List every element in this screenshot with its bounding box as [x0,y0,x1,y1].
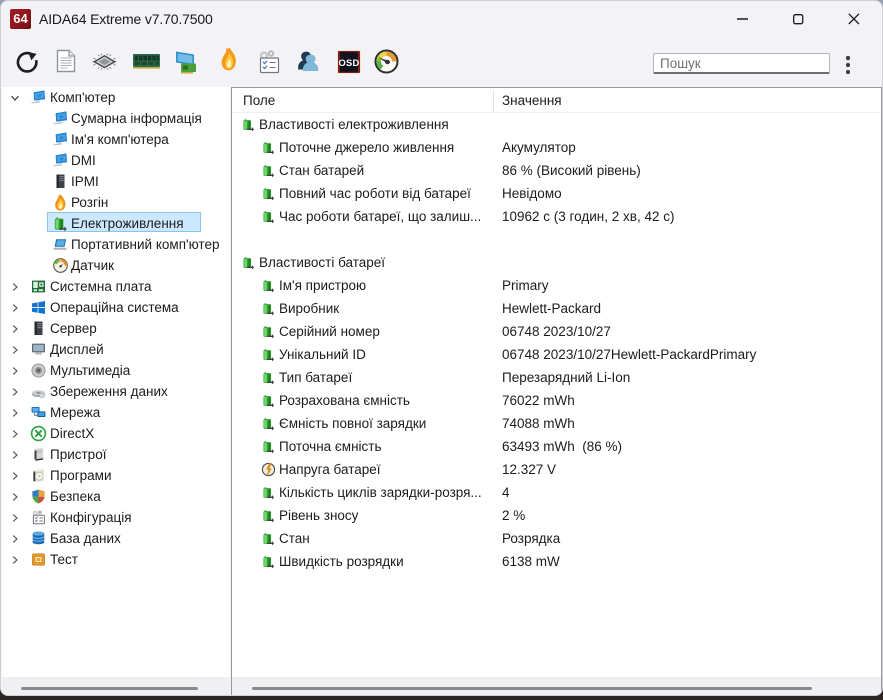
svg-text:OSD: OSD [339,57,360,68]
